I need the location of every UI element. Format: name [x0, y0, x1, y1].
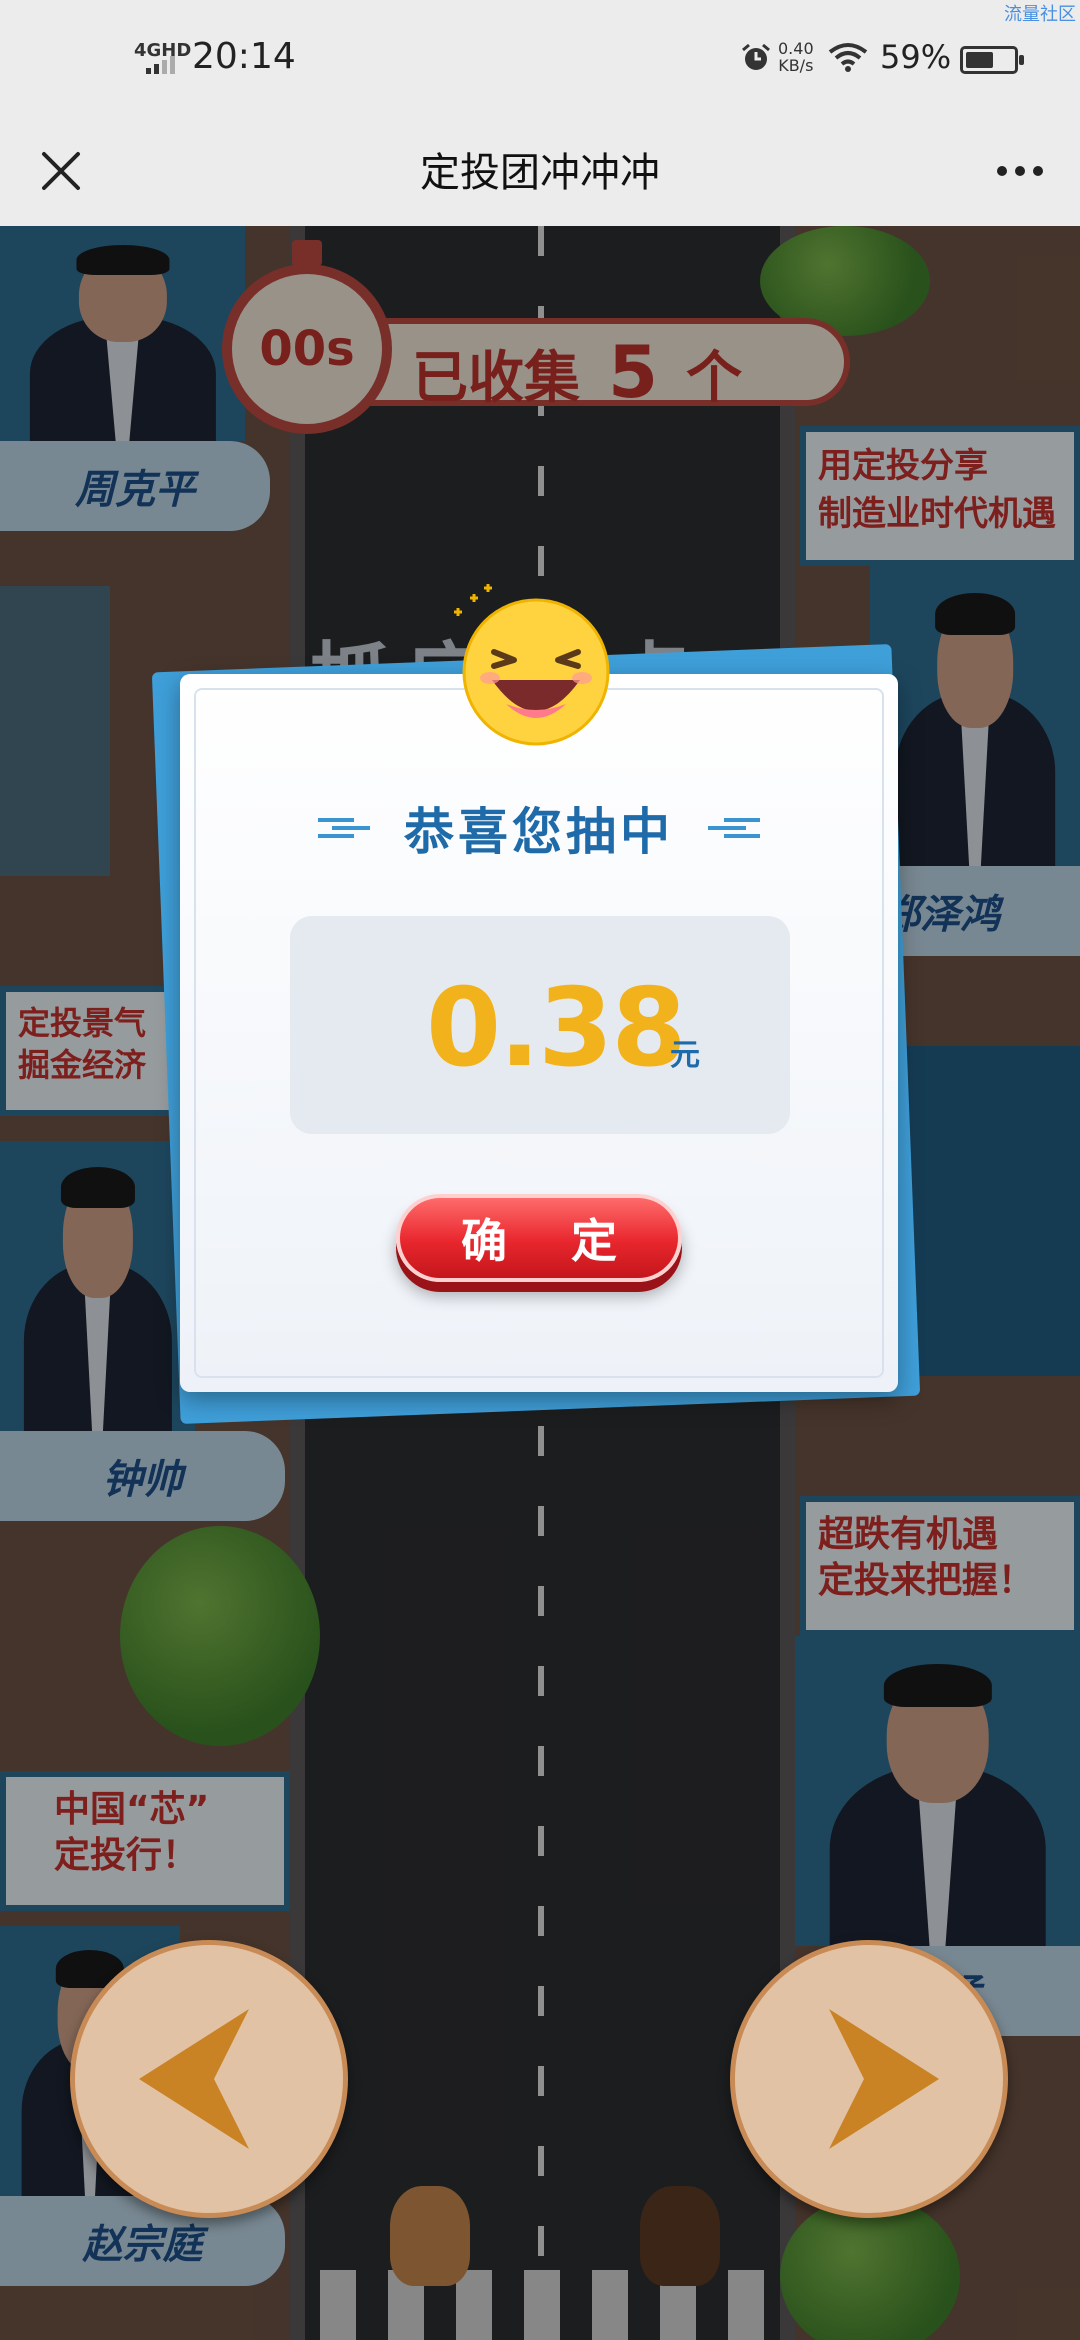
prize-unit: 元	[670, 1038, 700, 1073]
chevron-left-icon	[139, 2009, 249, 2149]
signal-icon	[146, 56, 175, 74]
wifi-icon	[828, 43, 868, 72]
prize-amount: 0.38	[426, 966, 686, 1091]
battery-level	[966, 52, 994, 68]
laughing-emoji-icon	[454, 584, 610, 746]
chevron-right-icon	[829, 2009, 939, 2149]
status-bar: 流量社区 4GHD 20:14 0.40 KB/s 59%	[0, 0, 1080, 116]
watermark: 流量社区	[1004, 4, 1076, 25]
more-icon[interactable]	[990, 146, 1050, 196]
prize-modal: 恭喜您抽中 0.38 元 确 定	[180, 674, 898, 1392]
title-deco-left-icon	[318, 818, 370, 838]
page-title: 定投团冲冲冲	[420, 150, 660, 196]
battery-percent: 59%	[880, 38, 952, 76]
confirm-button[interactable]: 确 定	[396, 1194, 682, 1282]
prize-box: 0.38 元	[290, 916, 790, 1134]
net-speed: 0.40 KB/s	[778, 39, 814, 75]
move-left-button[interactable]	[70, 1940, 348, 2218]
modal-title: 恭喜您抽中	[404, 803, 674, 861]
alarm-icon	[742, 43, 770, 70]
nav-bar: 定投团冲冲冲	[0, 116, 1080, 226]
move-right-button[interactable]	[730, 1940, 1008, 2218]
clock: 20:14	[192, 36, 296, 77]
battery-icon	[960, 46, 1024, 74]
modal-header: 恭喜您抽中	[180, 792, 898, 864]
title-deco-right-icon	[708, 818, 760, 838]
